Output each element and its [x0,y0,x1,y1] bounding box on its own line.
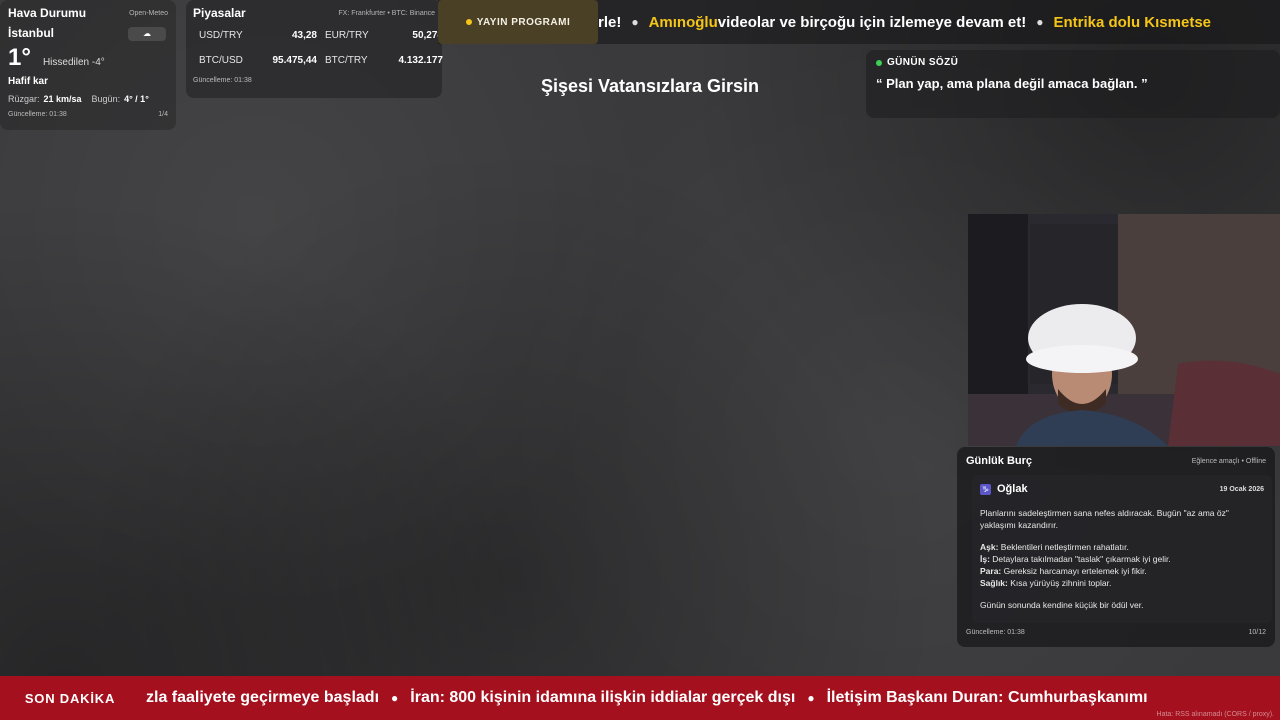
horoscope-widget: Günlük Burç Eğlence amaçlı • Offline ♑ O… [957,447,1275,647]
breaking-news-track: zla faaliyete geçirmeye başladı ● İran: … [146,676,1148,720]
market-pair: BTC/TRY [325,55,368,66]
weather-page-indicator: 1/4 [158,111,168,118]
horoscope-page-indicator: 10/12 [1248,629,1266,636]
schedule-ticker: YAYIN PROGRAMI rle! ● Amınoğlu videolar … [438,0,1280,44]
webcam-image [968,214,1280,446]
horoscope-sign: Oğlak [997,483,1028,495]
news-error-status: Hata: RSS alınamadı (CORS / proxy). [1156,711,1274,718]
weather-source: Open-Meteo [129,10,168,17]
market-pair: EUR/TRY [325,30,369,41]
quote-widget: GÜNÜN SÖZÜ “ Plan yap, ama plana değil a… [866,50,1280,118]
ticker-segment: rle! [598,13,622,31]
market-value: 4.132.177 [398,55,444,66]
capricorn-icon: ♑ [980,483,991,495]
market-item-btc-try: BTC/TRY 4.132.177 [325,55,443,66]
horoscope-money: Para: Gereksiz harcamayı ertelemek iyi f… [980,566,1147,576]
schedule-badge-label: YAYIN PROGRAMI [476,16,571,28]
quote-label: GÜNÜN SÖZÜ [887,57,959,68]
news-item: İran: 800 kişinin idamına ilişkin iddial… [410,689,796,706]
market-value: 43,28 [291,30,317,41]
ticker-segment: videolar ve birçoğu için izlemeye devam … [717,13,1027,31]
weather-today-value: 4° / 1° [124,94,149,104]
horoscope-meta: Eğlence amaçlı • Offline [1191,457,1266,465]
weather-title: Hava Durumu [8,6,87,20]
horoscope-work: İş: Detaylara takılmadan "taslak" çıkarm… [980,554,1171,564]
horoscope-date: 19 Ocak 2026 [1219,485,1264,493]
weather-widget: Hava Durumu Open-Meteo İstanbul ☁ 1° His… [0,0,176,130]
horoscope-love: Aşk: Beklentileri netleştirmen rahatlatı… [980,542,1129,552]
bullet-separator-icon: ● [391,691,399,705]
weather-today-label: Bugün: [91,94,121,104]
bullet-separator-icon: ● [1036,15,1044,29]
breaking-news-label: SON DAKİKA [0,676,140,720]
breaking-news-bar: SON DAKİKA zla faaliyete geçirmeye başla… [0,676,1280,720]
webcam-feed [968,214,1280,446]
market-item-btc-usd: BTC/USD 95.475,44 [199,55,317,66]
weather-wind-value: 21 km/sa [43,94,82,104]
stream-title: Şişesi Vatansızlara Girsin [540,76,760,96]
news-item: zla faaliyete geçirmeye başladı [146,689,380,706]
market-pair: USD/TRY [199,30,243,41]
bullet-separator-icon: ● [631,15,639,29]
snow-cloud-icon: ☁ [128,27,166,41]
weather-updated: Güncelleme: 01:38 [8,111,67,118]
horoscope-updated: Güncelleme: 01:38 [966,629,1025,636]
markets-title: Piyasalar [193,6,246,20]
status-dot-icon [876,59,882,66]
schedule-badge: YAYIN PROGRAMI [438,0,598,44]
horoscope-health: Sağlık: Kısa yürüyüş zihnini toplar. [980,578,1112,588]
quote-text: “ Plan yap, ama plana değil amaca bağlan… [876,76,1148,91]
horoscope-card: ♑ Oğlak 19 Ocak 2026 Planlarını sadeleşt… [972,475,1272,623]
market-item-usd-try: USD/TRY 43,28 [199,30,317,41]
horoscope-closing: Günün sonunda kendine küçük bir ödül ver… [980,600,1144,610]
market-value: 95.475,44 [272,55,318,66]
markets-widget: Piyasalar FX: Frankfurter • BTC: Binance… [186,0,443,98]
horoscope-intro: Planlarını sadeleştirmen sana nefes aldı… [980,508,1229,530]
schedule-ticker-track: rle! ● Amınoğlu videolar ve birçoğu için… [598,0,1211,44]
market-item-eur-try: EUR/TRY 50,278 [325,30,443,41]
ticker-highlight: Amınoğlu [648,13,718,31]
markets-source: FX: Frankfurter • BTC: Binance [338,10,435,17]
horoscope-title: Günlük Burç [966,455,1033,467]
bullet-separator-icon: ● [807,691,815,705]
live-dot-icon [465,19,472,25]
markets-updated: Güncelleme: 01:38 [193,77,252,84]
market-pair: BTC/USD [199,55,243,66]
news-item: İletişim Başkanı Duran: Cumhurbaşkanımı [826,689,1148,706]
weather-condition: Hafif kar [8,76,49,87]
ticker-highlight: Entrika dolu Kısmetse [1053,13,1211,31]
weather-wind-label: Rüzgar: [8,94,40,104]
weather-temperature: 1° [8,44,31,71]
weather-feels-like: Hissedilen -4° [42,57,105,68]
